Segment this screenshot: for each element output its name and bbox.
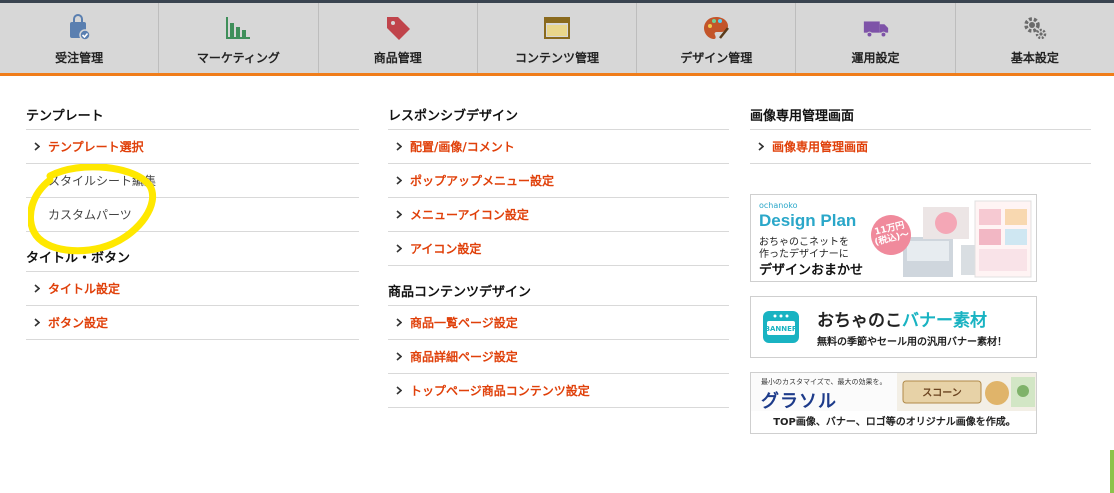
banner-subtitle: 作ったデザイナーに [759,249,849,260]
design-plan-banner[interactable]: ochanoko Design Plan おちゃのこネットを 作ったデザイナーに… [750,194,1037,282]
section-title: テンプレート [26,104,359,130]
nav-label: マーケティング [196,51,280,65]
banner-material-banner[interactable]: BANNER おちゃのこバナー素材 無料の季節やセール用の汎用バナー素材！ [750,296,1037,358]
menu-item-label: カスタムパーツ [48,207,132,222]
menu-item-label: ボタン設定 [48,315,109,330]
truck-icon [862,13,890,43]
menu-item[interactable]: アイコン設定 [388,232,729,266]
banner-subtitle: TOP画像、バナー、ロゴ等のオリジナル画像を作成。 [773,417,1016,428]
menu-item[interactable]: トップページ商品コンテンツ設定 [388,374,729,408]
scroll-edge [1110,450,1114,493]
chevron-right-icon [388,176,410,185]
nav-item-products[interactable]: 商品管理 [319,3,478,73]
chevron-right-icon [388,210,410,219]
nav-label: 基本設定 [1010,51,1059,65]
menu-item[interactable]: タイトル設定 [26,272,359,306]
chevron-right-icon [26,318,48,327]
nav-label: デザイン管理 [680,51,753,65]
menu-item[interactable]: 商品詳細ページ設定 [388,340,729,374]
banner-icon-text: BANNER [765,325,798,333]
menu-item[interactable]: 配置/画像/コメント [388,130,729,164]
chevron-right-icon [388,142,410,151]
menu-item-label: アイコン設定 [410,241,482,256]
bar-chart-icon [224,13,252,43]
chevron-right-icon [26,284,48,293]
order-bag-icon [65,13,93,43]
nav-item-orders[interactable]: 受注管理 [0,3,160,73]
menu-item-label: テンプレート選択 [48,139,144,154]
gears-icon [1021,13,1049,43]
chevron-right-icon [388,386,410,395]
nav-label: 受注管理 [55,51,104,65]
menu-item-label: 商品詳細ページ設定 [410,349,518,364]
nav-item-design[interactable]: デザイン管理 [637,3,797,73]
menu-column-2: レスポンシブデザイン 配置/画像/コメント ポップアップメニュー設定 メニューア… [388,104,729,408]
main-nav: 受注管理 マーケティング 商品管理 コンテンツ管理 デザイン管理 運用設定 基本… [0,3,1114,76]
banner-brand: ochanoko [759,201,798,210]
banner-title: Design Plan [759,211,857,230]
menu-item[interactable]: スタイルシート編集 [26,164,359,198]
section-title: タイトル・ボタン [26,246,359,272]
menu-item-label: タイトル設定 [48,281,121,296]
banner-title-b: バナー素材 [902,311,987,331]
palette-icon [702,13,730,43]
menu-item[interactable]: メニューアイコン設定 [388,198,729,232]
menu-item-label: 商品一覧ページ設定 [410,315,518,330]
menu-item-label: 配置/画像/コメント [410,139,515,154]
banner-art-text: スコーン [922,387,962,399]
window-icon [543,13,571,43]
menu-item[interactable]: 商品一覧ページ設定 [388,306,729,340]
banner-subtitle: 無料の季節やセール用の汎用バナー素材！ [817,337,1007,348]
menu-item-label: スタイルシート編集 [48,173,157,188]
banner-icon: BANNER [763,311,799,343]
menu-item[interactable]: ポップアップメニュー設定 [388,164,729,198]
menu-item[interactable]: ボタン設定 [26,306,359,340]
banner-title: おちゃのこバナー素材 [817,306,987,331]
menu-item-label: メニューアイコン設定 [410,207,529,222]
menu-column-3: 画像専用管理画面 画像専用管理画面 ochanoko Design Plan お… [750,104,1091,434]
chevron-right-icon [26,142,48,151]
banner-tagline: 最小のカスタマイズで、最大の効果を。 [761,378,887,386]
nav-label: 商品管理 [373,51,422,65]
section-title: 画像専用管理画面 [750,104,1091,130]
menu-item[interactable]: テンプレート選択 [26,130,359,164]
nav-item-basic[interactable]: 基本設定 [956,3,1114,73]
nav-item-operations[interactable]: 運用設定 [796,3,956,73]
section-title: レスポンシブデザイン [388,104,729,130]
banner-photos [903,200,1032,278]
menu-column-1: テンプレート テンプレート選択 スタイルシート編集 カスタムパーツ タイトル・ボ… [26,104,359,340]
banner-art: スコーン [897,373,1036,411]
chevron-right-icon [388,352,410,361]
nav-item-contents[interactable]: コンテンツ管理 [478,3,638,73]
banner-title-a: おちゃのこ [817,311,902,331]
nav-item-marketing[interactable]: マーケティング [159,3,319,73]
chevron-right-icon [388,244,410,253]
chevron-right-icon [750,142,772,151]
price-tag-icon [384,13,412,43]
nav-label: コンテンツ管理 [514,51,599,65]
graphol-banner[interactable]: 最小のカスタマイズで、最大の効果を。 グラソル スコーン TOP画像、バナー、ロ… [750,372,1037,434]
menu-item[interactable]: カスタムパーツ [26,198,359,232]
menu-item[interactable]: 画像専用管理画面 [750,130,1091,164]
banner-logo: グラソル [761,391,837,412]
chevron-right-icon [388,318,410,327]
section-title: 商品コンテンツデザイン [388,280,729,306]
nav-label: 運用設定 [851,51,900,65]
banner-headline: デザインおまかせ [759,263,864,278]
menu-item-label: ポップアップメニュー設定 [410,173,555,188]
menu-item-label: トップページ商品コンテンツ設定 [410,383,590,398]
menu-item-label: 画像専用管理画面 [772,139,869,154]
